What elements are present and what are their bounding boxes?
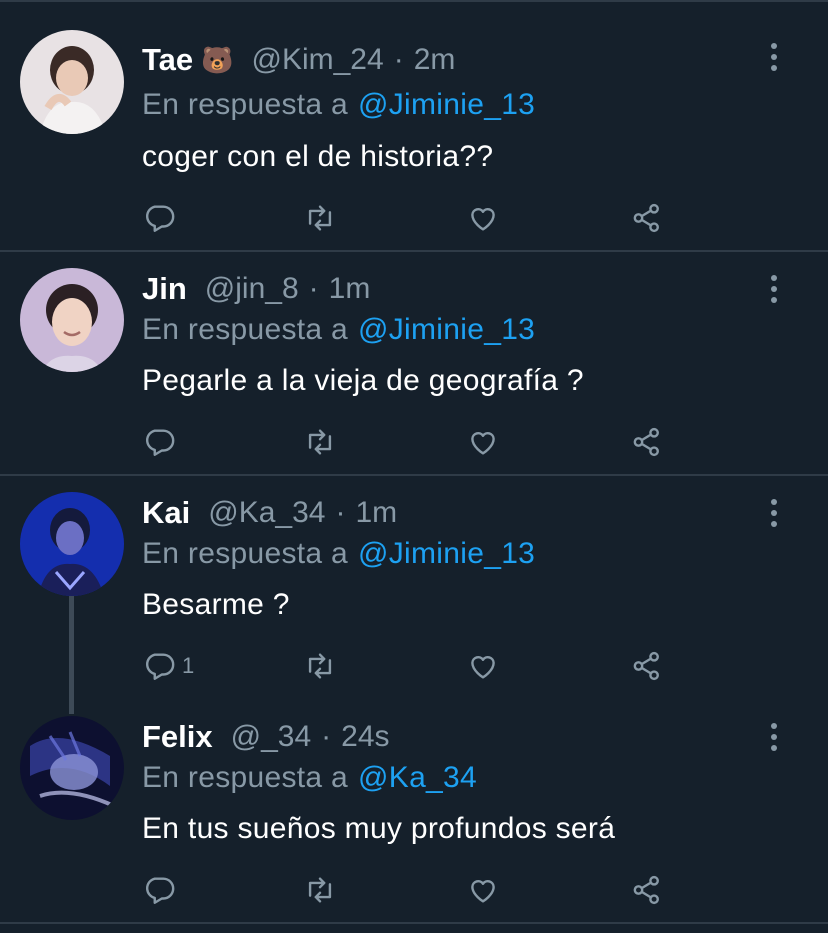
reply-prefix: En respuesta a xyxy=(142,761,348,794)
user-handle[interactable]: @jin_8 xyxy=(205,272,299,306)
tweet-actions: 1 xyxy=(0,646,828,686)
retweet-button[interactable] xyxy=(303,870,337,910)
more-options-icon[interactable] xyxy=(764,269,784,309)
reply-button[interactable] xyxy=(142,870,182,910)
like-button[interactable] xyxy=(466,870,500,910)
more-options-icon[interactable] xyxy=(764,37,784,77)
like-icon xyxy=(471,880,495,903)
bear-emoji: 🐻 xyxy=(201,44,234,75)
share-icon xyxy=(633,203,659,233)
reply-prefix: En respuesta a xyxy=(142,537,348,570)
share-icon xyxy=(633,651,659,681)
avatar[interactable] xyxy=(20,716,124,820)
reply-mention-link[interactable]: @Jiminie_13 xyxy=(358,313,535,346)
tweet-actions xyxy=(0,422,828,462)
separator-dot: · xyxy=(308,272,319,305)
reply-mention-link[interactable]: @Jiminie_13 xyxy=(358,537,535,570)
avatar[interactable] xyxy=(20,30,124,134)
avatar-photo xyxy=(20,492,124,596)
timestamp[interactable]: 24s xyxy=(341,720,389,754)
reply-context: En respuesta a @Ka_34 xyxy=(142,761,477,795)
reply-icon xyxy=(146,429,175,456)
tweet-header: Felix @_34 · 24s xyxy=(142,717,390,757)
tweet-header: Jin @jin_8 · 1m xyxy=(142,269,370,309)
reply-count: 1 xyxy=(182,653,195,678)
reply-prefix: En respuesta a xyxy=(142,88,348,121)
reply-icon xyxy=(146,653,175,680)
divider xyxy=(0,922,828,924)
tweet-tae[interactable]: Tae 🐻 @Kim_24 · 2m En respuesta a @Jimini… xyxy=(0,0,828,250)
tweet-actions xyxy=(0,870,828,910)
like-icon xyxy=(471,432,495,455)
share-button[interactable] xyxy=(630,870,664,910)
retweet-icon xyxy=(308,877,332,903)
share-icon xyxy=(633,427,659,457)
share-button[interactable] xyxy=(630,646,664,686)
user-handle[interactable]: @_34 xyxy=(231,720,312,754)
retweet-button[interactable] xyxy=(303,422,337,462)
share-icon xyxy=(633,875,659,905)
separator-dot: · xyxy=(393,43,404,76)
more-options-icon[interactable] xyxy=(764,493,784,533)
like-button[interactable] xyxy=(466,198,500,238)
display-name[interactable]: Felix xyxy=(142,719,213,755)
like-icon xyxy=(471,656,495,679)
reply-button[interactable]: 1 xyxy=(142,646,194,686)
more-options-icon[interactable] xyxy=(764,717,784,757)
retweet-icon xyxy=(308,205,332,231)
tweet-jin[interactable]: Jin @jin_8 · 1m En respuesta a @Jiminie_1… xyxy=(0,252,828,474)
display-name[interactable]: Kai xyxy=(142,495,190,531)
reply-prefix: En respuesta a xyxy=(142,313,348,346)
reply-icon xyxy=(146,205,175,232)
avatar-photo xyxy=(20,30,124,134)
tweet-header: Kai @Ka_34 · 1m xyxy=(142,493,397,533)
reply-context: En respuesta a @Jiminie_13 xyxy=(142,537,535,571)
avatar[interactable] xyxy=(20,268,124,372)
tweet-felix[interactable]: Felix @_34 · 24s En respuesta a @Ka_34 En… xyxy=(0,700,828,922)
tweet-text: Pegarle a la vieja de geografía ? xyxy=(142,364,584,397)
tweet-actions xyxy=(0,198,828,238)
tweet-text: coger con el de historia?? xyxy=(142,140,494,173)
reply-mention-link[interactable]: @Jiminie_13 xyxy=(358,88,535,121)
reply-icon xyxy=(146,877,175,904)
like-button[interactable] xyxy=(466,646,500,686)
retweet-button[interactable] xyxy=(303,646,337,686)
reply-button[interactable] xyxy=(142,422,182,462)
avatar-photo xyxy=(20,716,124,820)
reply-button[interactable] xyxy=(142,198,182,238)
reply-context: En respuesta a @Jiminie_13 xyxy=(142,88,535,122)
tweet-timeline: Tae 🐻 @Kim_24 · 2m En respuesta a @Jimini… xyxy=(0,0,828,933)
user-handle[interactable]: @Ka_34 xyxy=(208,496,325,530)
separator-dot: · xyxy=(321,720,332,753)
timestamp[interactable]: 2m xyxy=(414,43,456,77)
like-button[interactable] xyxy=(466,422,500,462)
display-name[interactable]: Tae xyxy=(142,42,193,78)
avatar-photo xyxy=(20,268,124,372)
retweet-icon xyxy=(308,429,332,455)
avatar[interactable] xyxy=(20,492,124,596)
user-handle[interactable]: @Kim_24 xyxy=(252,43,384,77)
display-name[interactable]: Jin xyxy=(142,271,187,307)
retweet-icon xyxy=(308,653,332,679)
tweet-header: Tae 🐻 @Kim_24 · 2m xyxy=(142,40,455,80)
reply-context: En respuesta a @Jiminie_13 xyxy=(142,313,535,347)
share-button[interactable] xyxy=(630,198,664,238)
retweet-button[interactable] xyxy=(303,198,337,238)
timestamp[interactable]: 1m xyxy=(329,272,371,306)
share-button[interactable] xyxy=(630,422,664,462)
tweet-kai[interactable]: Kai @Ka_34 · 1m En respuesta a @Jiminie_1… xyxy=(0,476,828,700)
reply-mention-link[interactable]: @Ka_34 xyxy=(358,761,477,794)
tweet-text: En tus sueños muy profundos será xyxy=(142,812,616,845)
tweet-text: Besarme ? xyxy=(142,588,290,621)
timestamp[interactable]: 1m xyxy=(355,496,397,530)
separator-dot: · xyxy=(335,496,346,529)
like-icon xyxy=(471,208,495,231)
